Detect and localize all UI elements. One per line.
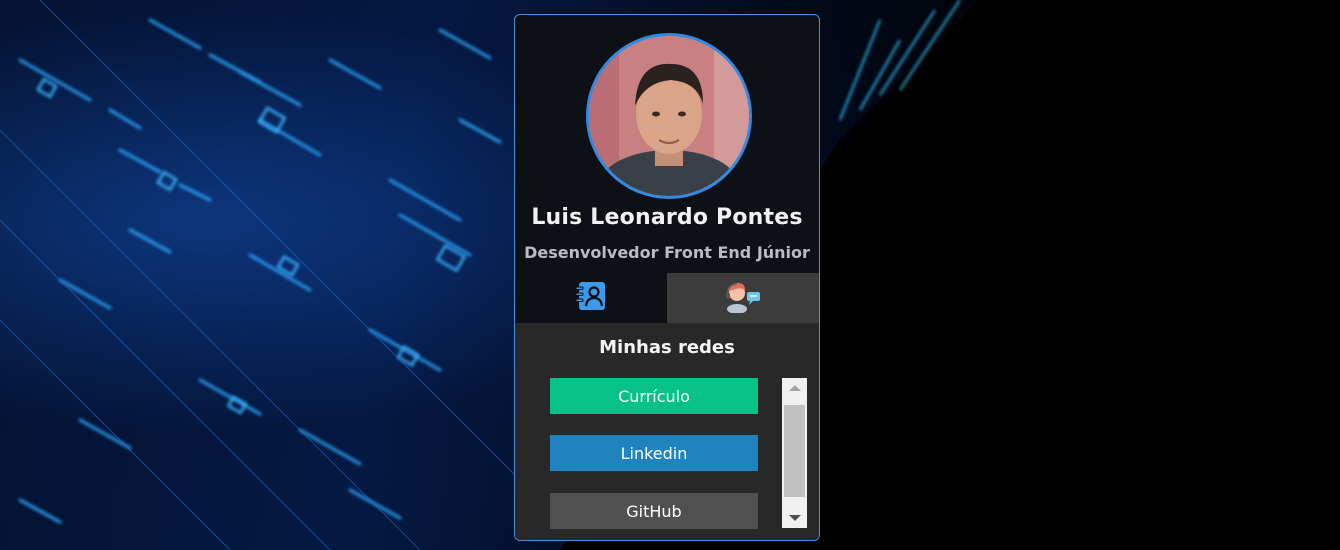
contact-book-icon bbox=[575, 280, 607, 316]
linkedin-button[interactable]: Linkedin bbox=[550, 435, 758, 471]
scrollbar[interactable] bbox=[782, 378, 807, 528]
profile-card: Luis Leonardo Pontes Desenvolvedor Front… bbox=[514, 14, 820, 541]
tab-contacts[interactable] bbox=[515, 273, 667, 323]
support-agent-icon bbox=[724, 279, 762, 317]
social-panel: Minhas redes Currículo Linkedin GitHub bbox=[515, 323, 819, 540]
scroll-up-arrow-icon[interactable] bbox=[782, 378, 807, 398]
scroll-down-arrow-icon[interactable] bbox=[782, 508, 807, 528]
github-button[interactable]: GitHub bbox=[550, 493, 758, 529]
scrollbar-thumb[interactable] bbox=[784, 405, 805, 497]
panel-title: Minhas redes bbox=[599, 337, 735, 358]
profile-role: Desenvolvedor Front End Júnior bbox=[524, 243, 810, 262]
avatar bbox=[586, 33, 752, 199]
tab-support[interactable] bbox=[667, 273, 819, 323]
profile-name: Luis Leonardo Pontes bbox=[531, 205, 803, 230]
curriculum-button[interactable]: Currículo bbox=[550, 378, 758, 414]
tab-bar bbox=[515, 273, 819, 323]
